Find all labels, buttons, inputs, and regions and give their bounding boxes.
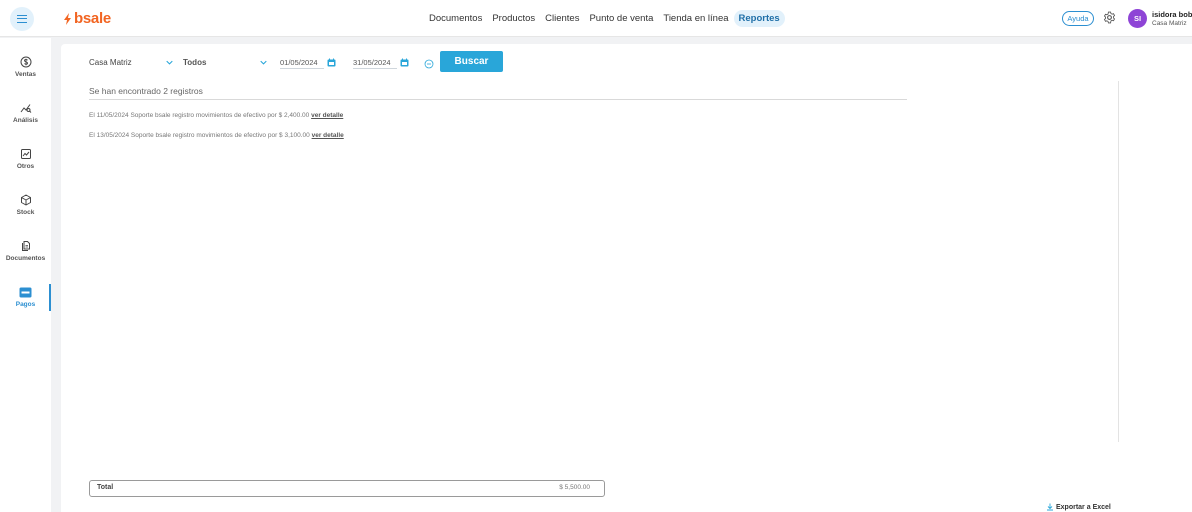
report-panel: Casa Matriz Todos 01/05/2024 31/05/2024 … bbox=[61, 44, 1192, 512]
export-label: Exportar a Excel bbox=[1056, 503, 1111, 511]
main-nav: Documentos Productos Clientes Punto de v… bbox=[424, 10, 785, 27]
sidebar-item-documentos[interactable]: Documentos bbox=[0, 240, 51, 280]
sidebar-item-label: Ventas bbox=[15, 71, 36, 78]
sidebar-item-label: Stock bbox=[16, 209, 35, 216]
sidebar-item-label: Pagos bbox=[15, 301, 36, 308]
nav-documentos[interactable]: Documentos bbox=[424, 10, 487, 27]
payment-card-icon bbox=[19, 287, 32, 298]
top-bar: bsale Documentos Productos Clientes Punt… bbox=[0, 0, 1192, 37]
chevron-down-icon[interactable] bbox=[260, 60, 267, 65]
menu-button[interactable] bbox=[10, 7, 34, 31]
help-button[interactable]: Ayuda bbox=[1062, 11, 1094, 26]
search-button[interactable]: Buscar bbox=[440, 51, 503, 72]
date-from-input[interactable]: 01/05/2024 bbox=[280, 58, 324, 69]
sidebar-active-indicator bbox=[49, 284, 51, 311]
user-branch: Casa Matriz bbox=[1152, 20, 1187, 27]
list-item: El 11/05/2024 Soporte bsale registro mov… bbox=[89, 112, 343, 119]
view-detail-link[interactable]: ver detalle bbox=[312, 132, 344, 139]
nav-tienda-en-linea[interactable]: Tienda en línea bbox=[658, 10, 733, 27]
list-item: El 13/05/2024 Soporte bsale registro mov… bbox=[89, 132, 344, 139]
brand-logo[interactable]: bsale bbox=[63, 10, 111, 27]
chart-icon bbox=[20, 149, 31, 159]
sidebar: Ventas Análisis Otros Stock Documentos P… bbox=[0, 38, 51, 512]
gear-icon[interactable] bbox=[1103, 11, 1116, 24]
total-value: $ 5,500.00 bbox=[559, 484, 590, 491]
analytics-icon bbox=[20, 104, 31, 113]
result-count: Se han encontrado 2 registros bbox=[89, 86, 203, 96]
record-text: El 11/05/2024 Soporte bsale registro mov… bbox=[89, 112, 310, 119]
dollar-circle-icon bbox=[20, 56, 31, 68]
date-to-input[interactable]: 31/05/2024 bbox=[353, 58, 397, 69]
calendar-icon[interactable] bbox=[400, 58, 409, 67]
box-icon bbox=[20, 194, 31, 206]
divider bbox=[89, 99, 907, 100]
sidebar-item-ventas[interactable]: Ventas bbox=[0, 56, 51, 96]
sidebar-item-label: Análisis bbox=[13, 117, 38, 124]
divider bbox=[1118, 81, 1119, 442]
view-detail-link[interactable]: ver detalle bbox=[311, 112, 343, 119]
branch-select[interactable]: Casa Matriz bbox=[89, 58, 132, 67]
sidebar-item-analisis[interactable]: Análisis bbox=[0, 102, 51, 142]
avatar[interactable]: SI bbox=[1128, 9, 1147, 28]
download-icon bbox=[1047, 503, 1053, 511]
nav-reportes[interactable]: Reportes bbox=[733, 10, 785, 27]
brand-name: bsale bbox=[74, 10, 111, 27]
nav-punto-de-venta[interactable]: Punto de venta bbox=[584, 10, 658, 27]
hamburger-icon bbox=[17, 15, 27, 23]
sidebar-item-otros[interactable]: Otros bbox=[0, 148, 51, 188]
sidebar-item-label: Otros bbox=[16, 163, 35, 170]
record-text: El 13/05/2024 Soporte bsale registro mov… bbox=[89, 132, 310, 139]
total-box: Total $ 5,500.00 bbox=[89, 480, 605, 497]
sidebar-item-stock[interactable]: Stock bbox=[0, 194, 51, 234]
chevron-down-icon[interactable] bbox=[166, 60, 173, 65]
export-excel-button[interactable]: Exportar a Excel bbox=[1046, 503, 1111, 511]
sidebar-item-pagos[interactable]: Pagos bbox=[0, 287, 51, 327]
calendar-icon[interactable] bbox=[327, 58, 336, 67]
user-name: isidora bobi bbox=[1152, 10, 1192, 19]
documents-icon bbox=[21, 241, 30, 251]
total-label: Total bbox=[97, 484, 114, 491]
nav-clientes[interactable]: Clientes bbox=[540, 10, 584, 27]
type-select[interactable]: Todos bbox=[183, 58, 206, 67]
nav-productos[interactable]: Productos bbox=[487, 10, 540, 27]
bolt-icon bbox=[64, 12, 71, 25]
sidebar-item-label: Documentos bbox=[5, 255, 46, 262]
clock-icon[interactable] bbox=[424, 59, 434, 69]
